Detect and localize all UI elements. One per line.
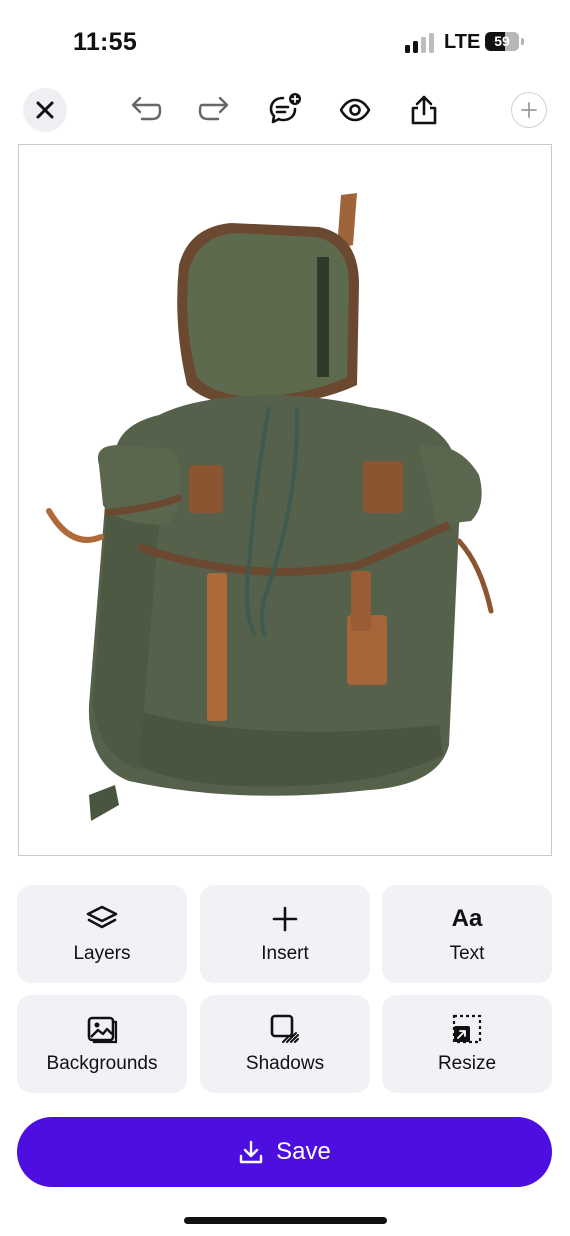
preview-button[interactable]: [333, 88, 377, 132]
battery-level: 59: [494, 33, 510, 49]
tool-label: Shadows: [245, 1053, 325, 1074]
download-icon: [239, 1140, 263, 1164]
text-icon: Aa: [451, 905, 483, 932]
status-time: 11:55: [73, 28, 138, 56]
comment-add-icon: [269, 93, 301, 124]
tool-label: Resize: [437, 1053, 497, 1074]
undo-icon: [131, 96, 162, 121]
tool-layers[interactable]: Layers: [17, 885, 187, 983]
tool-label: Insert: [261, 943, 309, 964]
battery-tip: [521, 38, 524, 45]
save-label: Save: [276, 1138, 331, 1165]
tool-label: Layers: [73, 943, 131, 964]
status-bar: 11:55 LTE 59: [0, 0, 570, 80]
plus-icon: [272, 906, 298, 932]
tool-resize[interactable]: Resize: [382, 995, 552, 1093]
tool-text[interactable]: Aa Text: [382, 885, 552, 983]
save-button[interactable]: Save: [17, 1117, 552, 1187]
eye-icon: [339, 98, 371, 122]
editor-toolbar: [0, 85, 570, 135]
tool-insert[interactable]: Insert: [200, 885, 370, 983]
shadows-icon: [270, 1014, 299, 1043]
resize-icon: [452, 1014, 482, 1044]
home-indicator[interactable]: [184, 1217, 387, 1224]
undo-button[interactable]: [124, 88, 168, 132]
share-button[interactable]: [402, 88, 446, 132]
close-icon: [36, 101, 54, 119]
close-button[interactable]: [23, 88, 67, 132]
tool-label: Text: [449, 943, 485, 964]
tool-shadows[interactable]: Shadows: [200, 995, 370, 1093]
plus-icon: [521, 102, 537, 118]
add-button[interactable]: [511, 92, 547, 128]
share-icon: [411, 95, 437, 125]
backpack-image[interactable]: [19, 145, 552, 856]
backgrounds-icon: [87, 1016, 118, 1044]
cellular-signal-icon: [405, 33, 435, 53]
layers-icon: [86, 905, 118, 929]
redo-button[interactable]: [192, 88, 236, 132]
redo-icon: [198, 96, 229, 121]
tool-backgrounds[interactable]: Backgrounds: [17, 995, 187, 1093]
network-type: LTE: [444, 31, 481, 53]
tool-label: Backgrounds: [46, 1053, 158, 1074]
design-canvas[interactable]: [18, 144, 552, 856]
add-comment-button[interactable]: [263, 88, 307, 132]
battery-icon: 59: [485, 32, 519, 51]
